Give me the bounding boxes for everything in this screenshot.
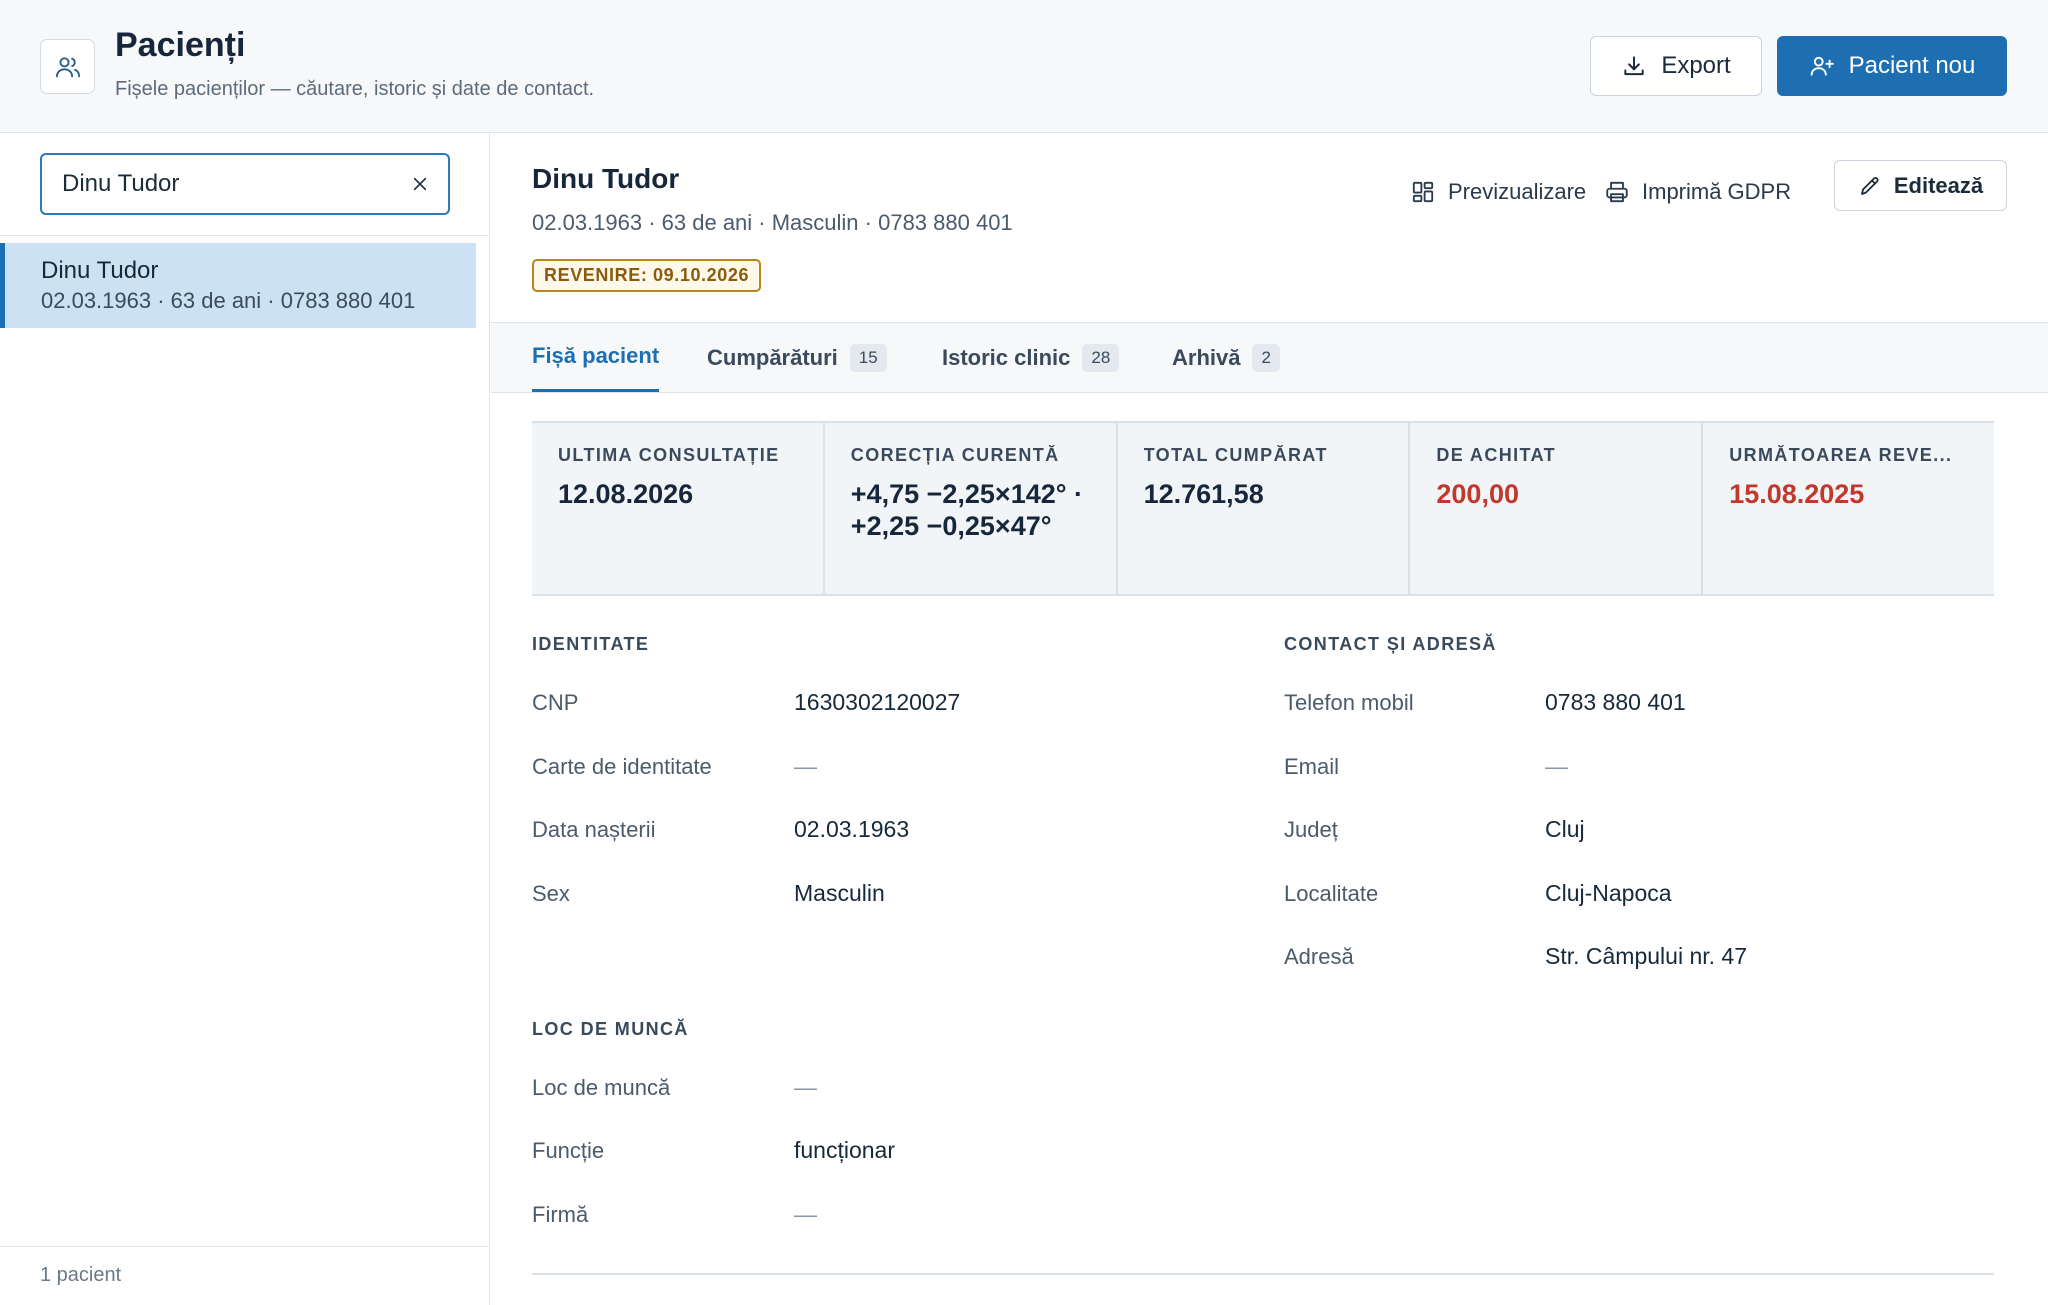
patient-sidebar: Dinu Tudor 02.03.1963 · 63 de ani · 0783… — [0, 133, 490, 1305]
return-date-badge: REVENIRE: 09.10.2026 — [532, 259, 762, 292]
close-icon — [411, 175, 429, 193]
add-user-icon — [1809, 53, 1835, 79]
tab-patient-file[interactable]: Fișă pacient — [532, 323, 660, 392]
field-label: Firmă — [532, 1202, 589, 1227]
divider — [532, 1273, 1994, 1275]
field-label: CNP — [532, 690, 579, 715]
new-patient-button[interactable]: Pacient nou — [1777, 36, 2007, 96]
app-header: Pacienți Fișele pacienților — căutare, i… — [0, 0, 2048, 133]
field-label: Localitate — [1284, 881, 1379, 906]
download-icon — [1621, 53, 1647, 79]
field-value: Cluj — [1545, 816, 1585, 842]
field-value: 02.03.1963 — [794, 816, 910, 842]
page-subtitle: Fișele pacienților — căutare, istoric și… — [115, 78, 595, 100]
patient-count: 1 pacient — [40, 1264, 122, 1286]
stat-label: URMĂTOAREA REVE... — [1729, 445, 1953, 465]
tab-label: Arhivă — [1172, 344, 1241, 370]
field-label: Loc de muncă — [532, 1075, 671, 1100]
field-value: Str. Câmpului nr. 47 — [1545, 943, 1747, 969]
tab-label: Istoric clinic — [942, 344, 1071, 370]
field-label: Funcție — [532, 1138, 605, 1163]
field-value: Cluj-Napoca — [1545, 880, 1672, 906]
field-label: Sex — [532, 881, 570, 906]
sidebar-footer: 1 pacient — [0, 1246, 490, 1305]
stat-label: DE ACHITAT — [1436, 445, 1557, 465]
patient-list-item-meta: 02.03.1963 · 63 de ani · 0783 880 401 — [41, 288, 416, 313]
export-label: Export — [1661, 52, 1731, 79]
summary-stats: ULTIMA CONSULTAȚIE 12.08.2026 CORECȚIA C… — [532, 421, 1994, 596]
stat-label: ULTIMA CONSULTAȚIE — [558, 445, 780, 465]
field-value: Masculin — [794, 880, 885, 906]
tab-count-badge: 2 — [1252, 343, 1280, 372]
search-box — [40, 153, 450, 215]
printer-icon — [1604, 179, 1630, 205]
stat-value: 12.761,58 — [1143, 479, 1264, 509]
field-value: — — [794, 1201, 817, 1227]
tab-count-badge: 28 — [1082, 343, 1120, 372]
patients-icon — [40, 39, 95, 94]
field-value: — — [794, 753, 817, 779]
field-value: 1630302120027 — [794, 689, 961, 715]
stat-value: +4,75 −2,25×142° · +2,25 −0,25×47° — [850, 479, 1084, 541]
field-label: Adresă — [1284, 944, 1354, 969]
patient-name: Dinu Tudor — [532, 163, 680, 194]
stat-next-return: URMĂTOAREA REVE... 15.08.2025 — [1703, 423, 1994, 594]
stat-value: 200,00 — [1436, 479, 1519, 509]
stat-value: 15.08.2025 — [1729, 479, 1865, 509]
pencil-icon — [1858, 174, 1882, 198]
tab-clinical-history[interactable]: Istoric clinic 28 — [942, 323, 1120, 392]
edit-button[interactable]: Editează — [1834, 160, 2007, 211]
stat-label: CORECȚIA CURENTĂ — [850, 445, 1060, 465]
identity-section-title: IDENTITATE — [532, 634, 650, 654]
tab-label: Fișă pacient — [532, 343, 660, 368]
edit-label: Editează — [1893, 172, 1984, 198]
stat-value: 12.08.2026 — [558, 479, 694, 509]
divider — [0, 235, 490, 236]
export-button[interactable]: Export — [1590, 36, 1762, 96]
field-value: funcționar — [794, 1137, 896, 1163]
stat-last-consultation: ULTIMA CONSULTAȚIE 12.08.2026 — [532, 423, 825, 594]
stat-current-correction: CORECȚIA CURENTĂ +4,75 −2,25×142° · +2,2… — [825, 423, 1118, 594]
patient-list-item-name: Dinu Tudor — [41, 257, 159, 284]
patient-detail: Dinu Tudor 02.03.1963 · 63 de ani · Masc… — [491, 133, 2048, 1305]
patient-tabs: Fișă pacient Cumpărături 15 Istoric clin… — [491, 322, 2048, 393]
stat-total-purchased: TOTAL CUMPĂRAT 12.761,58 — [1118, 423, 1411, 594]
new-patient-label: Pacient nou — [1848, 52, 1976, 79]
tab-label: Cumpărături — [707, 344, 838, 370]
patient-meta: 02.03.1963 · 63 de ani · Masculin · 0783… — [532, 210, 1013, 235]
field-label: Data nașterii — [532, 817, 656, 842]
tab-purchases[interactable]: Cumpărături 15 — [707, 323, 887, 392]
tab-archive[interactable]: Arhivă 2 — [1172, 323, 1280, 392]
field-value: — — [794, 1074, 817, 1100]
page-title: Pacienți — [115, 26, 246, 64]
field-label: Email — [1284, 754, 1340, 779]
print-gdpr-button[interactable]: Imprimă GDPR — [1604, 167, 1791, 217]
field-label: Județ — [1284, 817, 1338, 842]
work-section-title: LOC DE MUNCĂ — [532, 1019, 689, 1039]
stat-label: TOTAL CUMPĂRAT — [1143, 445, 1328, 465]
search-input[interactable] — [62, 155, 392, 213]
preview-button[interactable]: Previzualizare — [1410, 167, 1586, 217]
field-label: Carte de identitate — [532, 754, 712, 779]
layout-icon — [1410, 179, 1436, 205]
tab-count-badge: 15 — [849, 343, 887, 372]
clear-search-button[interactable] — [408, 172, 432, 196]
patient-list-item[interactable]: Dinu Tudor 02.03.1963 · 63 de ani · 0783… — [0, 243, 476, 328]
contact-section-title: CONTACT ȘI ADRESĂ — [1284, 634, 1497, 654]
preview-label: Previzualizare — [1448, 179, 1587, 204]
field-value: 0783 880 401 — [1545, 689, 1686, 715]
print-gdpr-label: Imprimă GDPR — [1642, 179, 1792, 204]
stat-amount-due: DE ACHITAT 200,00 — [1410, 423, 1704, 594]
field-value: — — [1545, 753, 1568, 779]
field-label: Telefon mobil — [1284, 690, 1414, 715]
